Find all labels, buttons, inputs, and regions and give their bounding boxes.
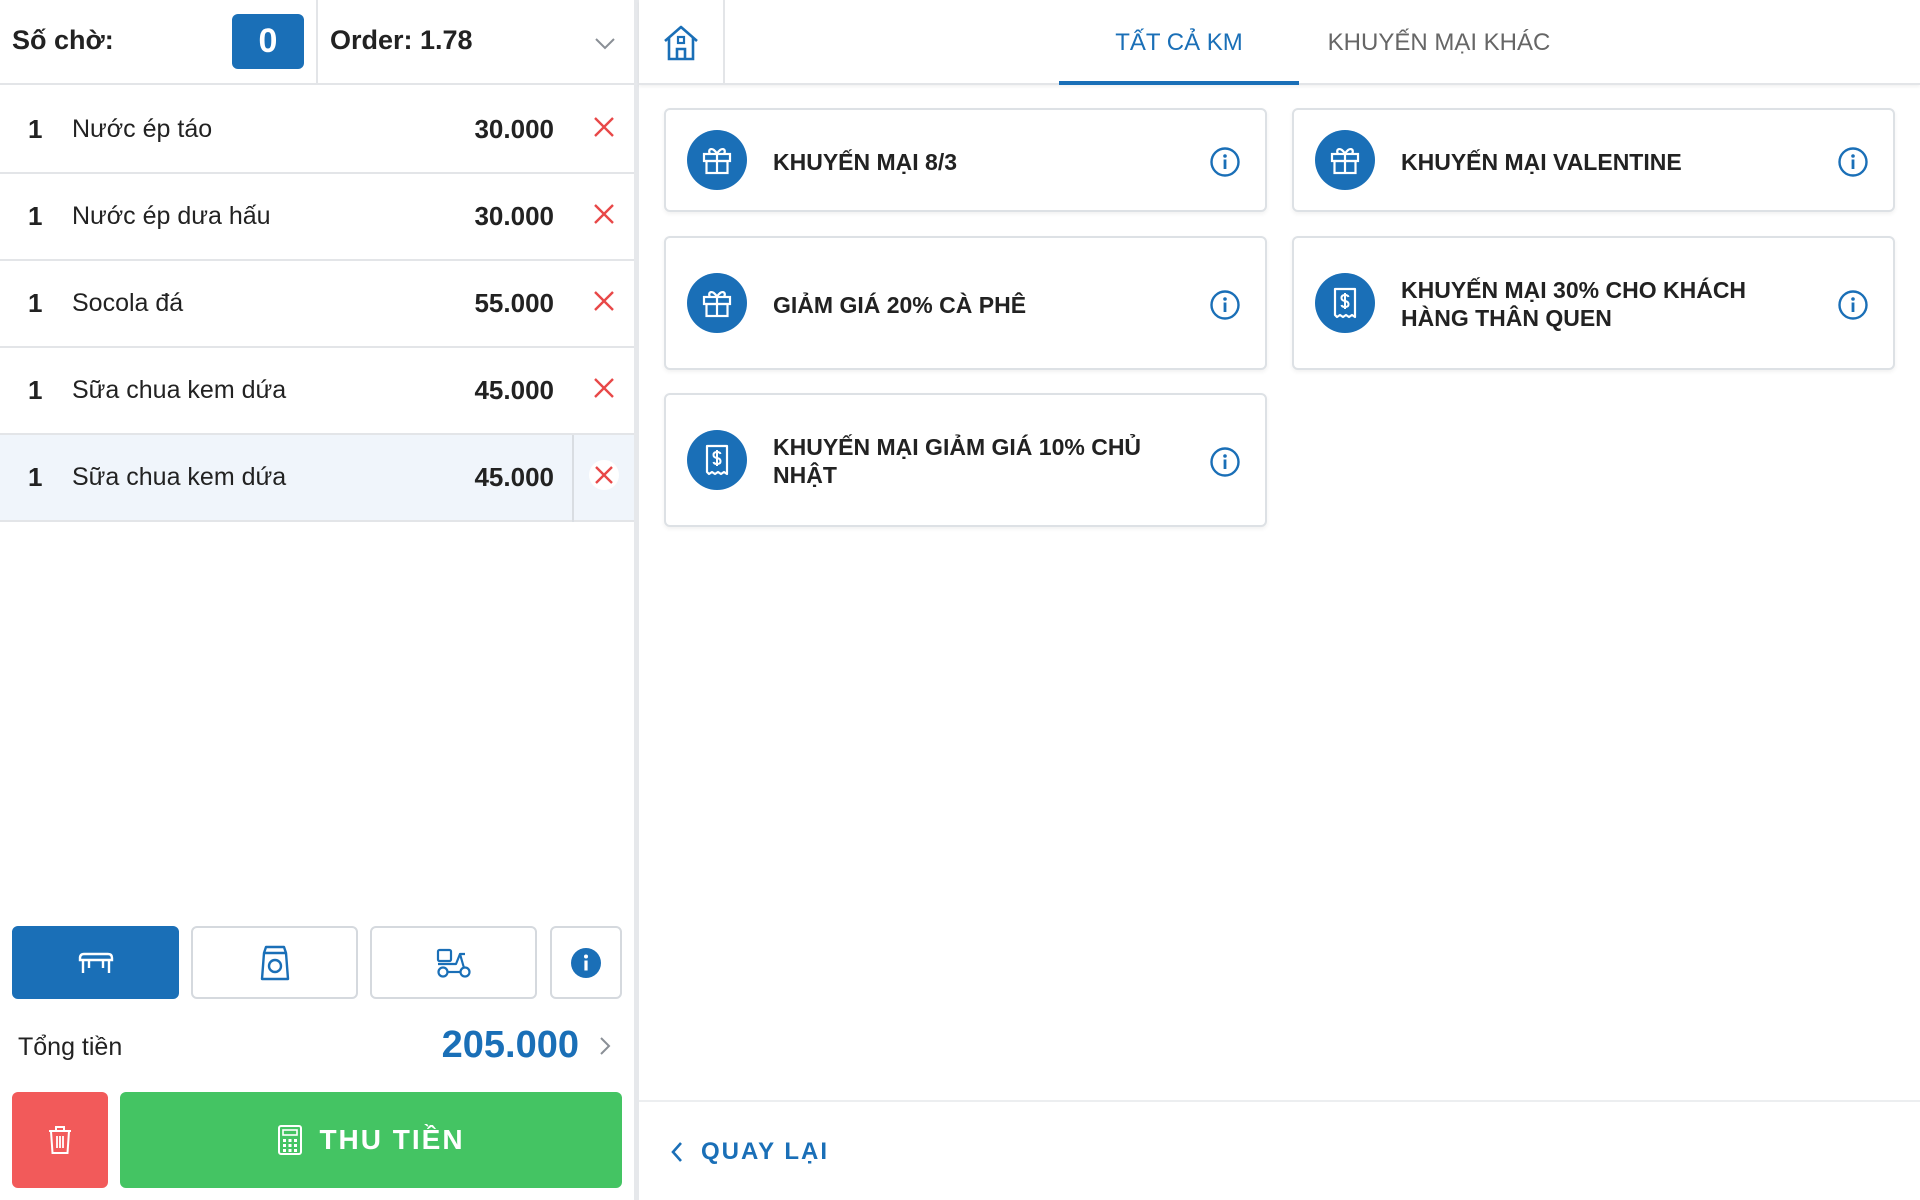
promotion-icon	[1315, 273, 1375, 333]
checkout-button[interactable]: THU TIỀN	[120, 1092, 622, 1188]
tab-other-promotions[interactable]: KHUYẾN MẠI KHÁC	[1299, 0, 1579, 85]
remove-item-icon[interactable]	[588, 111, 620, 143]
item-price: 45.000	[474, 375, 554, 405]
home-button[interactable]	[639, 0, 725, 85]
total-label: Tổng tiền	[18, 1033, 123, 1061]
item-price: 45.000	[474, 462, 554, 492]
promotion-card[interactable]: KHUYẾN MẠI 8/3	[664, 108, 1267, 212]
item-name: Nước ép dưa hấu	[72, 202, 271, 230]
promotion-card[interactable]: KHUYẾN MẠI 30% CHO KHÁCH HÀNG THÂN QUEN	[1292, 236, 1895, 370]
delivery-button[interactable]	[370, 926, 537, 999]
promotion-icon	[1315, 130, 1375, 190]
item-name: Sữa chua kem dứa	[72, 463, 287, 491]
gift-icon	[702, 291, 732, 318]
promotion-panel: TẤT CẢ KM KHUYẾN MẠI KHÁC KHUYẾN MẠI 8/3	[639, 0, 1920, 1200]
takeaway-button[interactable]	[191, 926, 358, 999]
info-outline-icon[interactable]	[1837, 289, 1869, 321]
order-item-row-selected[interactable]: 1 Sữa chua kem dứa 45.000	[0, 435, 634, 522]
promotion-card[interactable]: KHUYẾN MẠI GIẢM GIÁ 10% CHỦ NHẬT	[664, 393, 1267, 527]
chevron-down-icon[interactable]	[592, 30, 618, 56]
remove-item-icon[interactable]	[588, 372, 620, 404]
receipt-dollar-icon	[1333, 287, 1357, 319]
remove-item-icon[interactable]	[588, 198, 620, 230]
waiting-label: Số chờ:	[12, 25, 114, 55]
checkout-label: THU TIỀN	[319, 1124, 465, 1155]
item-price: 55.000	[474, 288, 554, 318]
order-header: Số chờ: 0 Order: 1.78	[0, 0, 634, 85]
item-qty: 1	[28, 201, 43, 231]
chevron-left-icon	[671, 1142, 682, 1162]
back-button[interactable]: QUAY LẠI	[669, 1138, 829, 1166]
dine-in-button[interactable]	[12, 926, 179, 999]
waiting-count-badge[interactable]: 0	[232, 14, 304, 69]
home-icon	[664, 25, 698, 60]
promotion-icon	[687, 130, 747, 190]
promotion-title: KHUYẾN MẠI 8/3	[773, 149, 958, 175]
remove-item-icon[interactable]	[588, 459, 620, 491]
chevron-right-icon[interactable]	[594, 1034, 616, 1058]
info-outline-icon[interactable]	[1209, 146, 1241, 178]
item-qty: 1	[28, 288, 43, 318]
header-divider	[316, 0, 318, 85]
receipt-dollar-icon	[705, 444, 729, 476]
promotion-icon	[687, 430, 747, 490]
promotion-title: KHUYẾN MẠI 30% CHO KHÁCH HÀNG THÂN QUEN	[1401, 277, 1747, 331]
promotion-footer: QUAY LẠI	[639, 1100, 1920, 1200]
promotion-header: TẤT CẢ KM KHUYẾN MẠI KHÁC	[639, 0, 1920, 85]
order-number[interactable]: Order: 1.78	[330, 25, 473, 56]
promotion-card[interactable]: KHUYẾN MẠI VALENTINE	[1292, 108, 1895, 212]
delete-order-button[interactable]	[12, 1092, 108, 1188]
order-item-row[interactable]: 1 Nước ép dưa hấu 30.000	[0, 174, 634, 261]
tab-label: KHUYẾN MẠI KHÁC	[1327, 28, 1551, 56]
order-item-row[interactable]: 1 Socola đá 55.000	[0, 261, 634, 348]
order-panel: Số chờ: 0 Order: 1.78 1 Nước ép táo 30.0…	[0, 0, 634, 1200]
remove-item-icon[interactable]	[588, 285, 620, 317]
item-name: Nước ép táo	[72, 115, 213, 143]
gift-icon	[702, 148, 732, 175]
total-amount[interactable]: 205.000	[442, 1024, 579, 1067]
item-qty: 1	[28, 375, 43, 405]
item-qty: 1	[28, 114, 43, 144]
order-info-button[interactable]	[550, 926, 622, 999]
calculator-icon	[278, 1125, 303, 1155]
order-item-row[interactable]: 1 Sữa chua kem dứa 45.000	[0, 348, 634, 435]
delivery-scooter-icon	[436, 948, 471, 978]
promotion-title: GIẢM GIÁ 20% CÀ PHÊ	[773, 292, 1027, 318]
info-outline-icon[interactable]	[1837, 146, 1869, 178]
trash-icon	[49, 1126, 71, 1154]
info-outline-icon[interactable]	[1209, 289, 1241, 321]
back-label: QUAY LẠI	[701, 1138, 830, 1165]
row-divider	[572, 435, 574, 522]
promotion-card[interactable]: GIẢM GIÁ 20% CÀ PHÊ	[664, 236, 1267, 370]
item-price: 30.000	[474, 201, 554, 231]
item-name: Socola đá	[72, 289, 184, 317]
item-qty: 1	[28, 462, 43, 492]
tab-all-promotions[interactable]: TẤT CẢ KM	[1059, 0, 1299, 85]
order-item-row[interactable]: 1 Nước ép táo 30.000	[0, 87, 634, 174]
promotion-title: KHUYẾN MẠI VALENTINE	[1401, 149, 1682, 175]
info-icon	[571, 947, 601, 978]
gift-icon	[1330, 148, 1360, 175]
table-icon	[78, 952, 113, 973]
promotion-icon	[687, 273, 747, 333]
takeaway-bag-icon	[260, 945, 289, 980]
item-price: 30.000	[474, 114, 554, 144]
info-outline-icon[interactable]	[1209, 446, 1241, 478]
item-name: Sữa chua kem dứa	[72, 376, 287, 404]
promotion-title: KHUYẾN MẠI GIẢM GIÁ 10% CHỦ NHẬT	[773, 434, 1142, 488]
tab-label: TẤT CẢ KM	[1115, 28, 1243, 56]
